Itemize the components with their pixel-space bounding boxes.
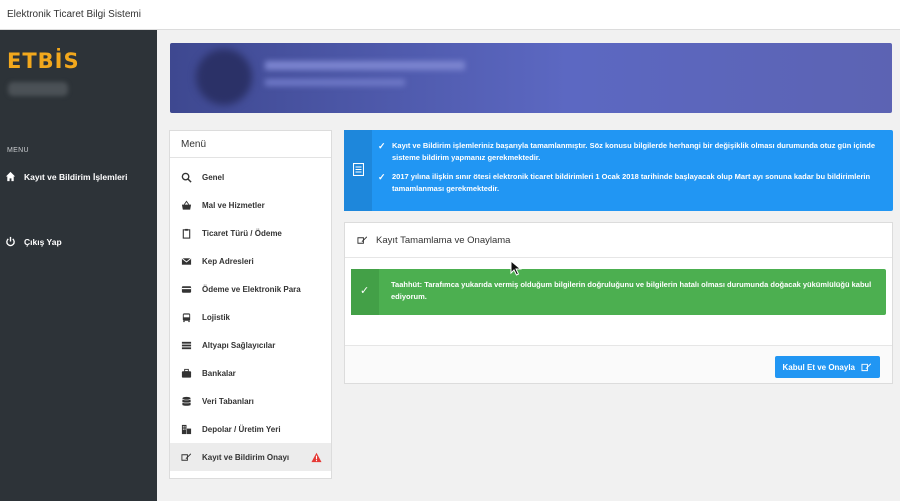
basket-icon	[181, 200, 192, 210]
envelope-icon	[181, 257, 192, 265]
menu-item-infrastructure[interactable]: Altyapı Sağlayıcılar	[170, 331, 331, 359]
header-banner-redacted	[170, 43, 892, 113]
sidebar-item-logout[interactable]: Çıkış Yap	[5, 236, 62, 247]
warning-icon	[311, 452, 322, 462]
mouse-cursor-icon	[510, 260, 522, 276]
institution-seal	[196, 49, 252, 105]
menu-item-label: Depolar / Üretim Yeri	[202, 424, 281, 434]
menu-item-payment[interactable]: Ödeme ve Elektronik Para	[170, 275, 331, 303]
briefcase-icon	[181, 368, 192, 378]
confirm-card-title: Kayıt Tamamlama ve Onaylama	[376, 234, 511, 246]
menu-item-genel[interactable]: Genel	[170, 163, 331, 191]
sidebar-menu-heading: MENU	[7, 147, 29, 154]
banner-subtext-redacted	[265, 79, 405, 86]
stack-icon	[181, 341, 192, 349]
info-alert-text: Kayıt ve Bildirim işlemleriniz başarıyla…	[392, 141, 876, 162]
menu-item-label: Bankalar	[202, 368, 236, 378]
power-icon	[6, 236, 15, 247]
menu-item-label: Ödeme ve Elektronik Para	[202, 284, 301, 294]
check-icon: ✓	[360, 285, 370, 297]
menu-item-logistics[interactable]: Lojistik	[170, 303, 331, 331]
window-title: Elektronik Ticaret Bilgi Sistemi	[7, 9, 141, 20]
info-alert: ✓ Kayıt ve Bildirim işlemleriniz başarıy…	[344, 130, 893, 211]
credit-card-icon	[181, 285, 192, 293]
sign-icon	[181, 452, 192, 461]
commitment-text: Taahhüt: Tarafımca yukarıda vermiş olduğ…	[391, 280, 872, 301]
home-icon	[5, 171, 16, 182]
sidebar-item-label: Çıkış Yap	[24, 236, 62, 247]
info-alert-line: ✓ 2017 yılına ilişkin sınır ötesi elektr…	[378, 171, 883, 195]
menu-item-goods-services[interactable]: Mal ve Hizmetler	[170, 191, 331, 219]
accept-button-label: Kabul Et ve Onayla	[782, 362, 855, 372]
menu-item-label: Veri Tabanları	[202, 396, 254, 406]
commitment-alert: ✓ Taahhüt: Tarafımca yukarıda vermiş old…	[351, 269, 886, 315]
database-icon	[182, 396, 191, 406]
menu-item-confirmation[interactable]: Kayıt ve Bildirim Onayı	[170, 443, 331, 471]
menu-item-databases[interactable]: Veri Tabanları	[170, 387, 331, 415]
menu-item-label: Lojistik	[202, 312, 231, 322]
sidebar-item-label: Kayıt ve Bildirim İşlemleri	[24, 171, 128, 182]
menu-panel: Menü Genel Mal ve Hizmetler Ticaret Türü…	[169, 130, 332, 479]
user-name-redacted	[8, 82, 68, 96]
menu-item-label: Kep Adresleri	[202, 256, 254, 266]
menu-item-label: Mal ve Hizmetler	[202, 200, 265, 210]
info-alert-text: 2017 yılına ilişkin sınır ötesi elektron…	[392, 172, 871, 193]
menu-item-trade-type[interactable]: Ticaret Türü / Ödeme	[170, 219, 331, 247]
sidebar-item-registration[interactable]: Kayıt ve Bildirim İşlemleri	[5, 171, 127, 182]
building-icon	[181, 424, 192, 434]
info-alert-icon-box	[344, 130, 372, 211]
check-icon: ✓	[378, 141, 386, 151]
menu-item-label: Genel	[202, 172, 225, 182]
menu-item-warehouses[interactable]: Depolar / Üretim Yeri	[170, 415, 331, 443]
document-icon	[353, 163, 364, 176]
menu-item-kep-addresses[interactable]: Kep Adresleri	[170, 247, 331, 275]
confirm-card: Kayıt Tamamlama ve Onaylama ✓ Taahhüt: T…	[344, 222, 893, 384]
etbis-logo: ETBİS	[7, 49, 80, 73]
sidebar: ETBİS MENU Kayıt ve Bildirim İşlemleri Ç…	[0, 30, 157, 501]
menu-item-label: Altyapı Sağlayıcılar	[202, 340, 276, 350]
menu-panel-title: Menü	[170, 131, 331, 158]
menu-item-label: Ticaret Türü / Ödeme	[202, 228, 282, 238]
sign-icon	[861, 363, 872, 372]
check-icon: ✓	[378, 172, 386, 182]
info-alert-line: ✓ Kayıt ve Bildirim işlemleriniz başarıy…	[378, 140, 883, 164]
confirm-card-footer: Kabul Et ve Onayla	[345, 345, 892, 383]
menu-item-label: Kayıt ve Bildirim Onayı	[202, 452, 290, 462]
commitment-alert-icon-box: ✓	[351, 269, 379, 315]
search-icon	[181, 172, 192, 183]
bus-icon	[182, 312, 191, 322]
clipboard-icon	[182, 228, 191, 239]
window-titlebar: Elektronik Ticaret Bilgi Sistemi	[0, 0, 900, 30]
sign-icon	[357, 235, 368, 244]
menu-item-banks[interactable]: Bankalar	[170, 359, 331, 387]
accept-and-confirm-button[interactable]: Kabul Et ve Onayla	[774, 356, 880, 378]
banner-text-redacted	[265, 61, 465, 70]
confirm-card-header: Kayıt Tamamlama ve Onaylama	[345, 223, 892, 258]
